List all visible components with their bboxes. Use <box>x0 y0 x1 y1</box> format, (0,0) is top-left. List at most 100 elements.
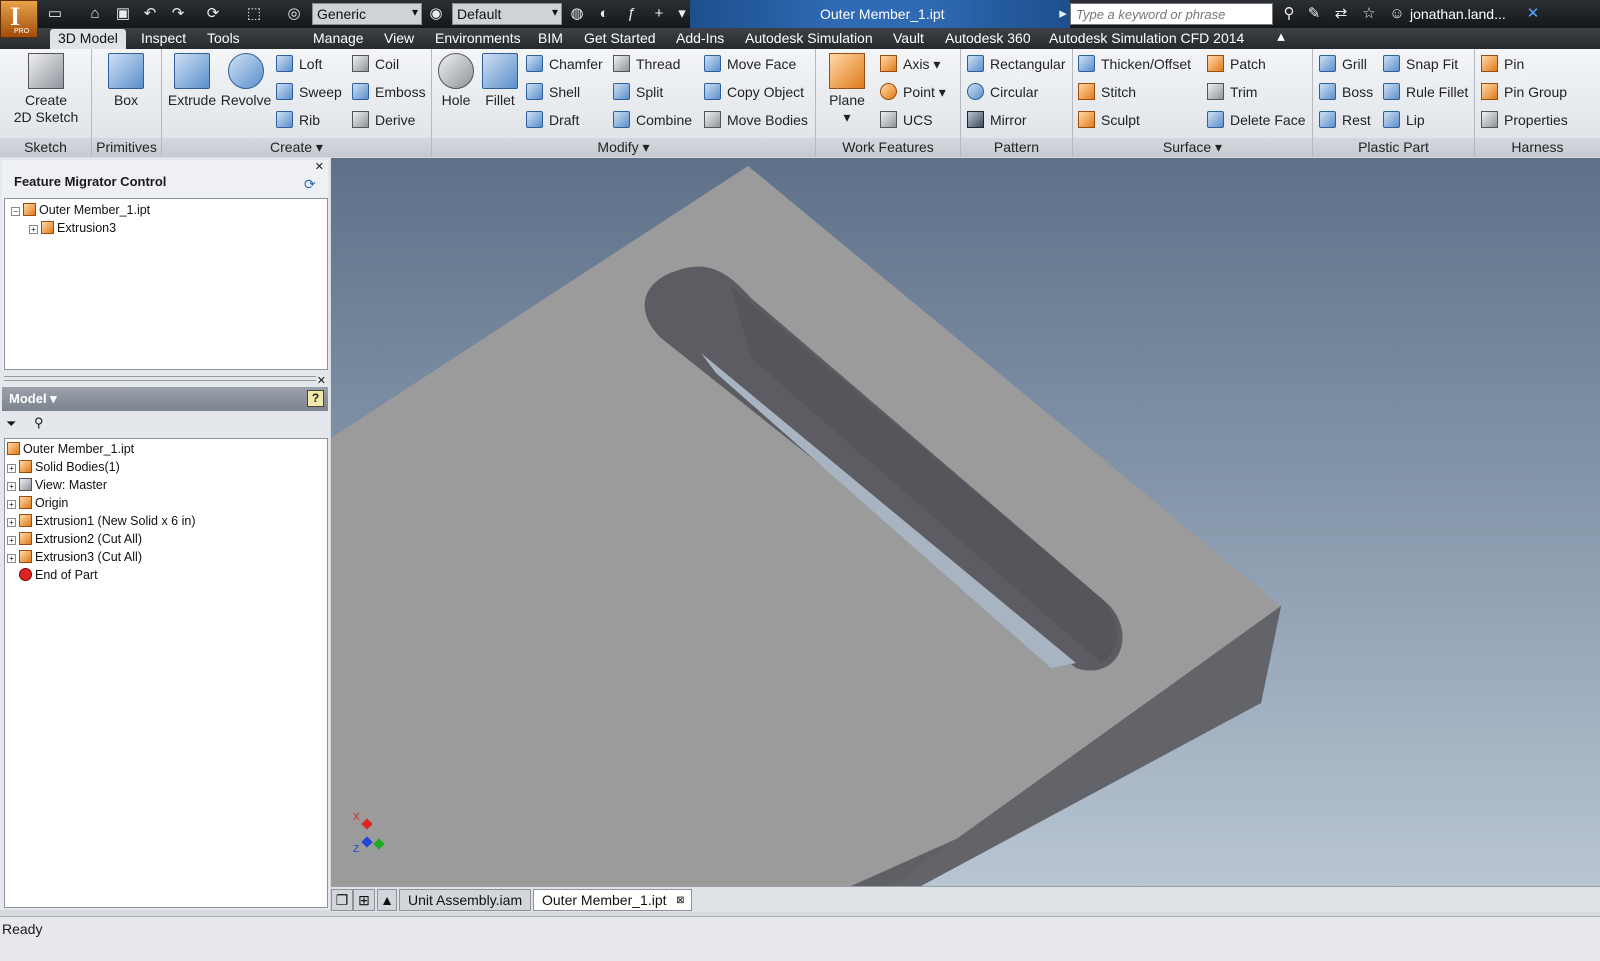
pin-group-button[interactable]: Pin Group <box>1481 80 1567 104</box>
tab-3d-model[interactable]: 3D Model <box>50 29 126 49</box>
coil-button[interactable]: Coil <box>352 52 399 76</box>
axis-button[interactable]: Axis ▾ <box>880 52 940 76</box>
ribbon-minimize-icon[interactable]: ▴ <box>1272 28 1290 46</box>
loft-button[interactable]: Loft <box>276 52 322 76</box>
exchange-apps-icon[interactable]: ✕ <box>1524 5 1542 23</box>
rest-button[interactable]: Rest <box>1319 108 1371 132</box>
filter-icon[interactable]: ⏷ <box>6 416 16 432</box>
fillet-button[interactable]: Fillet <box>480 53 520 109</box>
tree-node[interactable]: + Extrusion1 (New Solid x 6 in) <box>7 512 195 530</box>
trim-button[interactable]: Trim <box>1207 80 1257 104</box>
plus-icon[interactable]: + <box>650 5 668 23</box>
rib-button[interactable]: Rib <box>276 108 320 132</box>
tree-node[interactable]: + Extrusion3 <box>29 219 116 237</box>
ucs-button[interactable]: UCS <box>880 108 933 132</box>
part-model[interactable] <box>331 158 1600 886</box>
tab-add-ins[interactable]: Add-Ins <box>668 29 732 49</box>
draft-button[interactable]: Draft <box>526 108 579 132</box>
customize-icon[interactable]: ▾ <box>673 5 691 23</box>
sculpt-button[interactable]: Sculpt <box>1078 108 1140 132</box>
panel-title-surface[interactable]: Surface ▾ <box>1073 138 1312 157</box>
cascade-icon[interactable]: ❐ <box>331 889 353 911</box>
expand-icon[interactable]: + <box>7 536 16 545</box>
wrench-icon[interactable]: ✎ <box>1305 5 1323 23</box>
find-icon[interactable]: ⚲ <box>34 415 44 431</box>
tab-tools[interactable]: Tools <box>199 29 248 49</box>
expand-icon[interactable]: + <box>7 518 16 527</box>
tab-inspect[interactable]: Inspect <box>133 29 194 49</box>
star-icon[interactable]: ☆ <box>1360 5 1378 23</box>
tab-view[interactable]: View <box>376 29 422 49</box>
tab-get-started[interactable]: Get Started <box>576 29 664 49</box>
material-select[interactable]: Generic <box>312 3 422 25</box>
pin-button[interactable]: Pin <box>1481 52 1524 76</box>
doc-tab-unit-assembly[interactable]: Unit Assembly.iam <box>399 889 532 911</box>
shell-button[interactable]: Shell <box>526 80 580 104</box>
update-icon[interactable]: ⟳ <box>204 5 222 23</box>
thicken-offset-button[interactable]: Thicken/Offset <box>1078 52 1191 76</box>
tab-simulation-cfd[interactable]: Autodesk Simulation CFD 2014 <box>1041 29 1252 49</box>
undo-icon[interactable]: ↶ <box>141 5 159 23</box>
tree-node[interactable]: + Extrusion3 (Cut All) <box>7 548 142 566</box>
box-button[interactable]: Box <box>102 53 150 109</box>
thread-button[interactable]: Thread <box>613 52 680 76</box>
tab-vault[interactable]: Vault <box>885 29 932 49</box>
save-icon[interactable]: ▣ <box>114 5 132 23</box>
adjust-icon[interactable]: ◍ <box>568 5 586 23</box>
search-input[interactable]: Type a keyword or phrase <box>1070 3 1273 25</box>
point-button[interactable]: Point ▾ <box>880 80 946 104</box>
patch-button[interactable]: Patch <box>1207 52 1266 76</box>
doc-tab-outer-member[interactable]: Outer Member_1.ipt ⊠ <box>533 889 692 911</box>
boss-button[interactable]: Boss <box>1319 80 1373 104</box>
panel-title-modify[interactable]: Modify ▾ <box>432 138 815 157</box>
new-icon[interactable]: ▭ <box>46 5 64 23</box>
appearance-icon[interactable]: ◉ <box>427 5 445 23</box>
extrude-button[interactable]: Extrude <box>166 53 218 109</box>
model-browser-header[interactable]: Model ▾ ? <box>2 387 328 411</box>
panel-title-create[interactable]: Create ▾ <box>162 138 431 157</box>
refresh-icon[interactable]: ⟳ <box>304 176 318 192</box>
exchange-icon[interactable]: ⇄ <box>1332 5 1350 23</box>
move-bodies-button[interactable]: Move Bodies <box>704 108 808 132</box>
split-button[interactable]: Split <box>613 80 663 104</box>
move-face-button[interactable]: Move Face <box>704 52 796 76</box>
user-icon[interactable]: ☺ <box>1388 5 1406 23</box>
color-wheel-icon[interactable]: ◎ <box>285 5 303 23</box>
revolve-button[interactable]: Revolve <box>218 53 274 109</box>
tree-node[interactable]: − Outer Member_1.ipt <box>11 201 150 219</box>
tree-node[interactable]: End of Part <box>19 566 98 584</box>
chamfer-button[interactable]: Chamfer <box>526 52 603 76</box>
sweep-button[interactable]: Sweep <box>276 80 342 104</box>
tab-autodesk-simulation[interactable]: Autodesk Simulation <box>737 29 881 49</box>
close-icon[interactable]: ✕ <box>315 160 324 173</box>
mirror-button[interactable]: Mirror <box>967 108 1027 132</box>
expand-icon[interactable]: + <box>7 554 16 563</box>
tree-node[interactable]: + Extrusion2 (Cut All) <box>7 530 142 548</box>
appearance-select[interactable]: Default <box>452 3 562 25</box>
close-icon[interactable]: ✕ <box>317 374 326 387</box>
expand-icon[interactable]: + <box>7 482 16 491</box>
redo-icon[interactable]: ↷ <box>169 5 187 23</box>
tree-node[interactable]: + Solid Bodies(1) <box>7 458 120 476</box>
binoculars-icon[interactable]: ⚲ <box>1280 5 1298 23</box>
select-icon[interactable]: ⬚ <box>245 5 263 23</box>
expand-icon[interactable]: + <box>7 464 16 473</box>
expand-icon[interactable]: + <box>29 225 38 234</box>
graphics-viewport[interactable]: X Z <box>331 158 1600 886</box>
properties-button[interactable]: Properties <box>1481 108 1568 132</box>
close-tab-icon[interactable]: ⊠ <box>676 890 684 911</box>
expand-icon[interactable]: + <box>7 500 16 509</box>
tile-icon[interactable]: ⊞ <box>353 889 375 911</box>
plane-button[interactable]: Plane ▾ <box>824 53 870 126</box>
circular-pattern-button[interactable]: Circular <box>967 80 1038 104</box>
panel-grip[interactable] <box>4 376 316 381</box>
emboss-button[interactable]: Emboss <box>352 80 426 104</box>
tree-node[interactable]: + Origin <box>7 494 68 512</box>
stitch-button[interactable]: Stitch <box>1078 80 1136 104</box>
derive-button[interactable]: Derive <box>352 108 415 132</box>
list-open-docs-icon[interactable]: ▲ <box>377 889 397 911</box>
rectangular-pattern-button[interactable]: Rectangular <box>967 52 1066 76</box>
copy-object-button[interactable]: Copy Object <box>704 80 804 104</box>
create-2d-sketch-button[interactable]: Create 2D Sketch <box>10 53 82 126</box>
snap-fit-button[interactable]: Snap Fit <box>1383 52 1458 76</box>
